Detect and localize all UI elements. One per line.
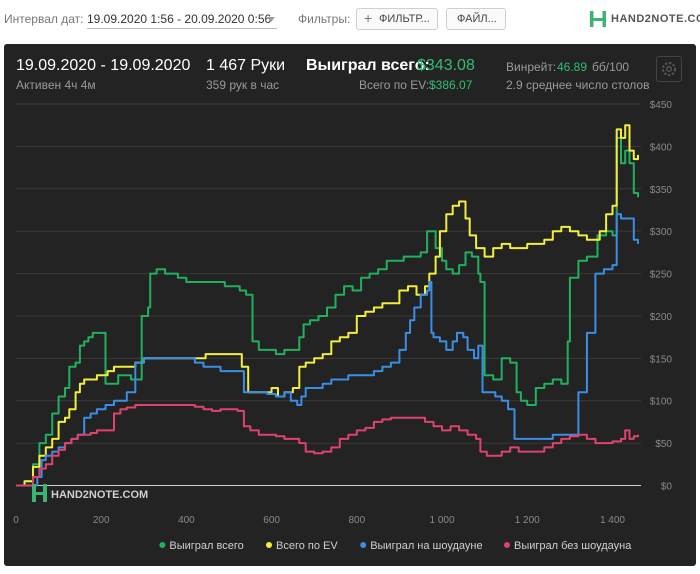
y-tick-label: $0 [661, 482, 673, 493]
y-tick-label: $50 [655, 439, 672, 450]
legend-marker-0 [159, 542, 166, 548]
legend-label-2: Выиграл на шоудауне [370, 540, 482, 552]
x-tick-label: 800 [348, 515, 365, 526]
x-tick-label: 1 400 [600, 515, 625, 526]
series-line-2 [16, 213, 639, 487]
y-tick-label: $400 [650, 142, 673, 153]
legend-label-3: Выиграл без шоудауна [514, 540, 632, 552]
legend-label-0: Выиграл всего [169, 540, 243, 552]
legend-marker-1 [266, 542, 272, 548]
profit-graph: $0 $50 $100 $150 $200 $250 $300 $350 $400 $450 0 20… [13, 100, 673, 552]
x-tick-label: 0 [13, 515, 19, 526]
series-line-3 [16, 404, 639, 487]
y-tick-label: $150 [650, 354, 673, 365]
series-line-0 [16, 136, 639, 487]
y-tick-label: $200 [650, 312, 673, 323]
legend-marker-2 [360, 542, 367, 548]
y-tick-label: $100 [650, 397, 673, 408]
legend-label-1: Всего по EV [276, 540, 338, 552]
y-tick-label: $450 [650, 100, 673, 111]
legend-marker-3 [504, 542, 510, 548]
y-tick-label: $350 [650, 185, 673, 196]
watermark-logo-bar [35, 492, 45, 495]
series-line-1 [16, 124, 639, 487]
x-tick-label: 400 [178, 515, 195, 526]
y-tick-label: $300 [650, 227, 673, 238]
x-tick-label: 1 000 [430, 515, 455, 526]
x-tick-label: 600 [263, 515, 280, 526]
x-tick-label: 200 [93, 515, 110, 526]
y-tick-label: $250 [650, 270, 673, 281]
watermark-text: HAND2NOTE.COM [51, 489, 148, 501]
x-tick-label: 1 200 [515, 515, 540, 526]
